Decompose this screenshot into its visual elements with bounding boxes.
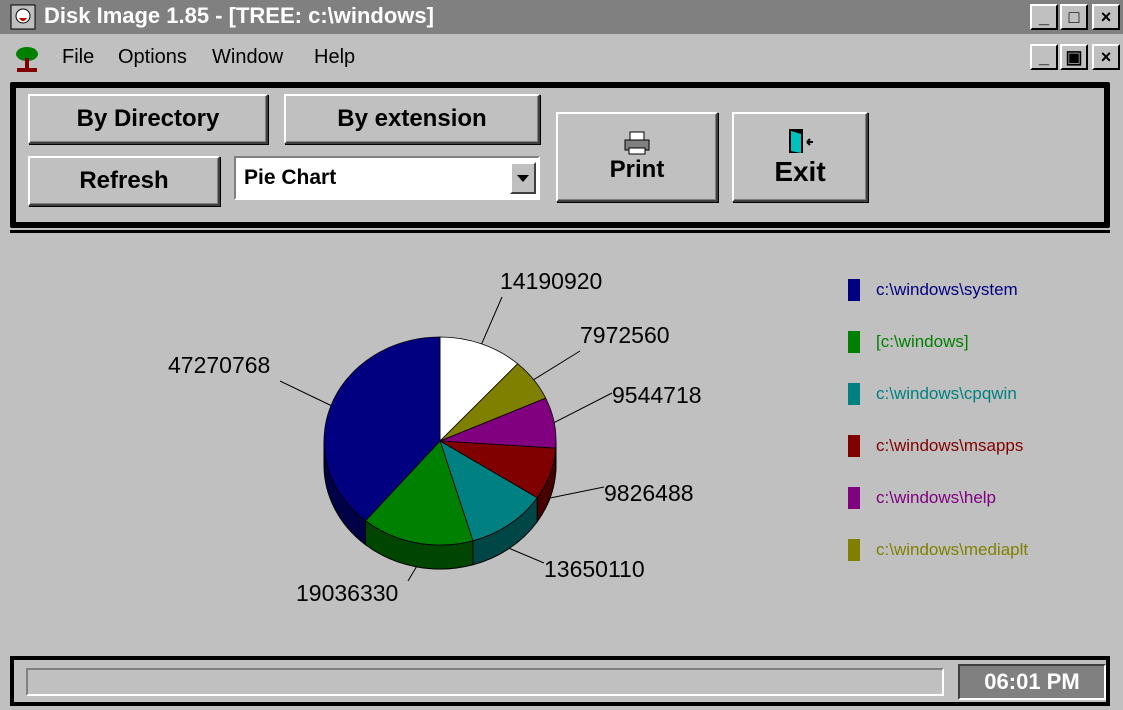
clock-display: 06:01 PM [958,664,1106,700]
legend-label: c:\windows\help [876,488,997,507]
title-bar[interactable]: Disk Image 1.85 - [TREE: c:\windows] _ □… [0,0,1123,34]
chart-type-value: Pie Chart [244,166,337,189]
pie-value-label: 47270768 [168,352,270,378]
pie-chart: 14190920 7972560 9544718 9826488 13650110 190… [168,268,702,606]
minimize-icon: _ [1038,6,1049,27]
pie-value-label: 14190920 [500,268,602,294]
legend-label: c:\windows\cpqwin [876,384,1017,403]
print-button[interactable]: Print [556,112,718,202]
menu-help[interactable]: Help [314,46,355,69]
pie-leader-line [481,296,503,345]
close-icon: × [1100,46,1112,67]
tree-icon[interactable] [12,44,42,74]
legend-label: [c:\windows] [876,332,969,351]
pie-leader-line [509,547,545,564]
chevron-down-icon [517,175,529,182]
pie-value-label: 9544718 [612,382,702,408]
window-title: Disk Image 1.85 - [TREE: c:\windows] [44,3,434,28]
legend-label: c:\windows\mediaplt [876,540,1029,559]
refresh-button[interactable]: Refresh [28,156,220,206]
exit-label: Exit [774,156,826,187]
menu-options[interactable]: Options [118,46,187,69]
minimize-button[interactable]: _ [1030,4,1058,30]
pie-leader-line [533,350,581,381]
pie-value-label: 9826488 [604,480,694,506]
legend-swatch [848,383,860,405]
toolbar: By Directory By extension Refresh Pie Ch… [10,82,1110,228]
legend-swatch [848,279,860,301]
pie-leader-line [279,380,332,406]
pie-leader-line [553,392,613,424]
dropdown-arrow-button[interactable] [510,162,536,194]
legend-label: c:\windows\msapps [876,436,1024,455]
close-button[interactable]: × [1092,4,1120,30]
legend-label: c:\windows\system [876,280,1018,299]
print-label: Print [609,156,665,183]
by-extension-button[interactable]: By extension [284,94,540,144]
minimize-icon: _ [1038,46,1049,67]
menu-file[interactable]: File [62,46,94,69]
restore-icon: ▣ [1065,46,1083,67]
pie-leader-line [549,486,605,499]
by-directory-button[interactable]: By Directory [28,94,268,144]
legend-swatch [848,331,860,353]
legend-swatch [848,539,860,561]
child-restore-button[interactable]: ▣ [1060,44,1088,70]
chart-area: 14190920 7972560 9544718 9826488 13650110 190… [10,230,1110,654]
pie-value-label: 7972560 [580,322,670,348]
child-close-button[interactable]: × [1092,44,1120,70]
pie-value-label: 13650110 [544,556,645,582]
status-message [26,668,944,696]
exit-door-icon [789,129,813,153]
maximize-button[interactable]: □ [1060,4,1088,30]
child-minimize-button[interactable]: _ [1030,44,1058,70]
pie-leader-line [407,566,417,582]
exit-button[interactable]: Exit [732,112,868,202]
printer-icon [624,131,650,155]
close-icon: × [1100,6,1112,27]
menu-window[interactable]: Window [212,46,283,69]
pie-value-label: 19036330 [296,580,398,606]
status-bar: 06:01 PM [10,656,1110,706]
maximize-icon: □ [1068,6,1080,27]
chart-type-select[interactable]: Pie Chart [234,156,540,200]
legend-swatch [848,487,860,509]
legend-swatch [848,435,860,457]
menu-bar: File Options Window Help _ ▣ × [0,38,1123,78]
app-icon[interactable] [10,4,36,30]
